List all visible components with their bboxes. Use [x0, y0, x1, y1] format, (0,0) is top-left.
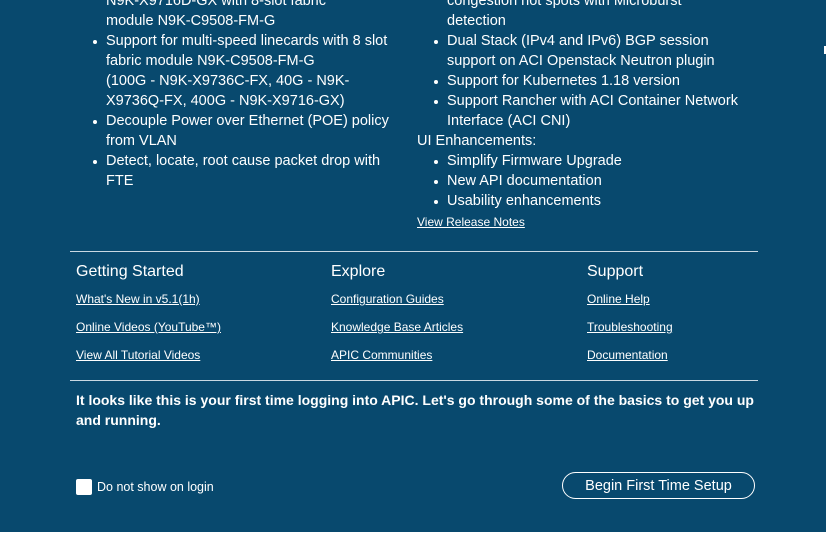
feature-line: Interface (ACI CNI): [447, 113, 571, 129]
do-not-show-row: Do not show on login: [76, 479, 214, 495]
troubleshooting-link[interactable]: Troubleshooting: [587, 320, 673, 334]
do-not-show-checkbox[interactable]: [76, 479, 92, 495]
feature-line: (100G - N9K-X9736C-FX, 40G - N9K-: [106, 73, 350, 89]
feature-line: N9K-X9716D-GX with 8-slot fabric: [106, 0, 326, 9]
feature-line: module N9K-C9508-FM-G: [106, 13, 276, 29]
feature-line: from VLAN: [106, 133, 177, 149]
do-not-show-label[interactable]: Do not show on login: [97, 480, 214, 494]
ui-enhancement-item: Usability enhancements: [434, 191, 747, 211]
divider: [70, 380, 758, 381]
online-videos-link[interactable]: Online Videos (YouTube™): [76, 320, 221, 334]
feature-item: Dual Stack (IPv4 and IPv6) BGP session s…: [434, 31, 747, 71]
knowledge-base-link[interactable]: Knowledge Base Articles: [331, 320, 463, 334]
apic-communities-link[interactable]: APIC Communities: [331, 348, 463, 362]
support-section: Support Online Help Troubleshooting Docu…: [587, 262, 673, 376]
online-help-link[interactable]: Online Help: [587, 292, 673, 306]
feature-item: Decouple Power over Ethernet (POE) polic…: [93, 111, 406, 151]
feature-line: Detect, locate, root cause packet drop w…: [106, 153, 381, 169]
feature-line: Support for Kubernetes 1.18 version: [447, 73, 680, 89]
intro-message: It looks like this is your first time lo…: [76, 392, 754, 428]
feature-line: FTE: [106, 173, 134, 189]
configuration-guides-link[interactable]: Configuration Guides: [331, 292, 463, 306]
feature-line: Decouple Power over Ethernet (POE) polic…: [106, 113, 389, 129]
feature-line: Dual Stack (IPv4 and IPv6) BGP session: [447, 33, 709, 49]
ui-enhancement-item: Simplify Firmware Upgrade: [434, 151, 747, 171]
tutorial-videos-link[interactable]: View All Tutorial Videos: [76, 348, 221, 362]
view-release-notes-link[interactable]: View Release Notes: [417, 215, 525, 229]
feature-item: Detect, locate, root cause packet drop w…: [93, 151, 406, 191]
explore-section: Explore Configuration Guides Knowledge B…: [331, 262, 463, 376]
ui-enhancement-item: New API documentation: [434, 171, 747, 191]
features-left-column: N9K-X9716D-GX with 8-slot fabric module …: [93, 0, 406, 191]
welcome-panel: N9K-X9716D-GX with 8-slot fabric module …: [0, 0, 826, 532]
feature-item: congestion hot spots with Microburst det…: [447, 0, 747, 31]
features-right-column: congestion hot spots with Microburst det…: [417, 0, 747, 231]
feature-line: congestion hot spots with Microburst: [447, 0, 682, 9]
feature-line: support on ACI Openstack Neutron plugin: [447, 53, 715, 69]
divider: [70, 251, 758, 252]
ui-enhancements-heading: UI Enhancements:: [417, 133, 537, 149]
feature-line: detection: [447, 13, 506, 29]
support-heading: Support: [587, 263, 644, 280]
feature-line: fabric module N9K-C9508-FM-G: [106, 53, 315, 69]
feature-line: Support Rancher with ACI Container Netwo…: [447, 93, 738, 109]
explore-heading: Explore: [331, 263, 386, 280]
scrollbar-edge[interactable]: [824, 46, 826, 54]
feature-item: N9K-X9716D-GX with 8-slot fabric module …: [106, 0, 406, 31]
begin-first-time-setup-button[interactable]: Begin First Time Setup: [562, 472, 755, 499]
whats-new-link[interactable]: What's New in v5.1(1h): [76, 292, 221, 306]
feature-item: Support for multi-speed linecards with 8…: [93, 31, 406, 111]
feature-item: Support for Kubernetes 1.18 version: [434, 71, 747, 91]
documentation-link[interactable]: Documentation: [587, 348, 673, 362]
feature-line: X9736Q-FX, 400G - N9K-X9716-GX): [106, 93, 345, 109]
getting-started-section: Getting Started What's New in v5.1(1h) O…: [76, 262, 221, 376]
feature-line: Support for multi-speed linecards with 8…: [106, 33, 388, 49]
getting-started-heading: Getting Started: [76, 263, 184, 280]
feature-item: Support Rancher with ACI Container Netwo…: [434, 91, 747, 131]
